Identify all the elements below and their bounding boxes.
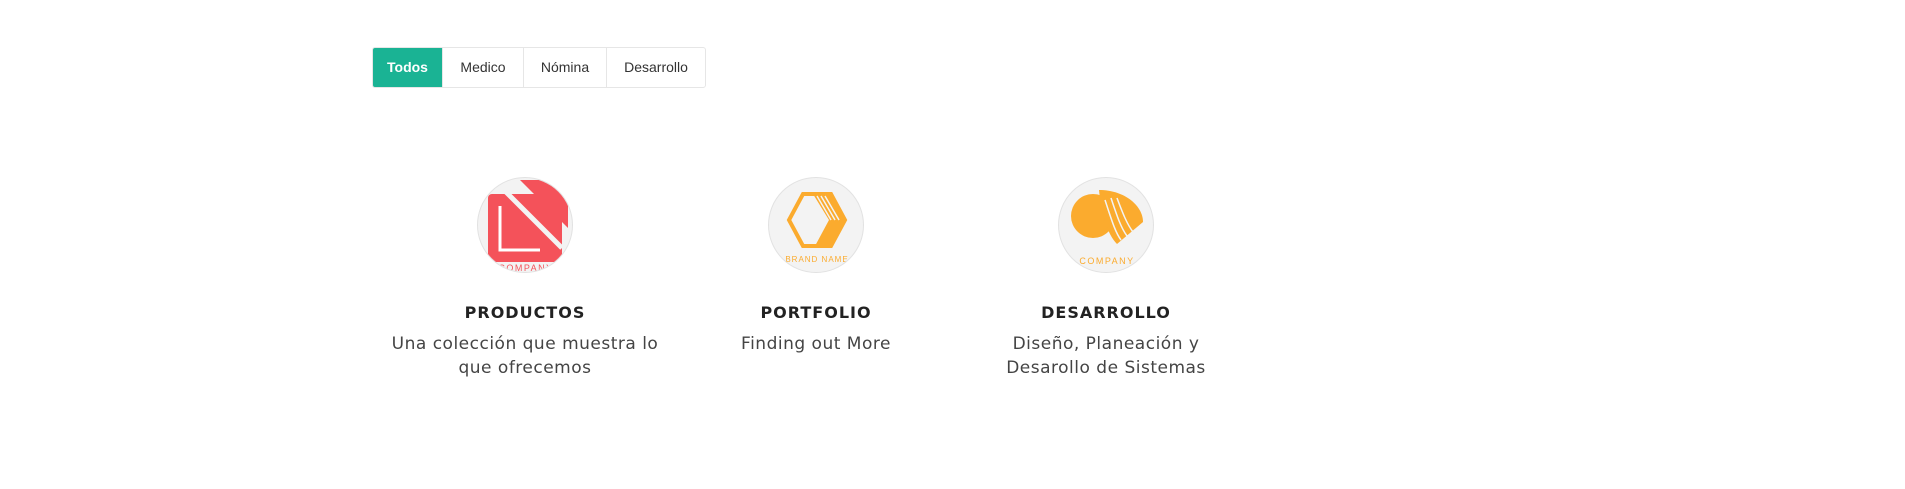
logo-wordmark: COMPANY <box>498 263 553 273</box>
logo-wordmark: COMPANY <box>1079 256 1134 266</box>
card-title: DESARROLLO <box>1041 303 1171 322</box>
portfolio-card-productos[interactable]: COMPANY PRODUCTOS Una colección que mues… <box>390 177 660 380</box>
orange-leaf-logo-icon[interactable]: COMPANY <box>1058 177 1154 273</box>
card-description: Una colección que muestra lo que ofrecem… <box>391 334 659 378</box>
card-description: Finding out More <box>741 334 891 354</box>
portfolio-card-desarrollo[interactable]: COMPANY DESARROLLO Diseño, Planeación y … <box>971 177 1241 380</box>
filter-tab-nomina[interactable]: Nómina <box>524 48 607 87</box>
portfolio-filter-bar: Todos Medico Nómina Desarrollo <box>372 47 706 88</box>
filter-tab-todos[interactable]: Todos <box>373 48 443 87</box>
card-title: PORTFOLIO <box>760 303 872 322</box>
filter-tab-medico[interactable]: Medico <box>443 48 524 87</box>
orange-hexagon-logo-icon[interactable]: BRAND NAME <box>768 177 864 273</box>
page: Todos Medico Nómina Desarrollo COMPANY P… <box>0 0 1905 489</box>
portfolio-card-portfolio[interactable]: BRAND NAME PORTFOLIO Finding out More <box>681 177 951 356</box>
card-description: Diseño, Planeación y Desarollo de Sistem… <box>1006 334 1206 378</box>
logo-wordmark: BRAND NAME <box>785 255 848 264</box>
card-title: PRODUCTOS <box>464 303 586 322</box>
red-square-logo-icon[interactable]: COMPANY <box>477 177 573 273</box>
filter-tab-desarrollo[interactable]: Desarrollo <box>607 48 705 87</box>
